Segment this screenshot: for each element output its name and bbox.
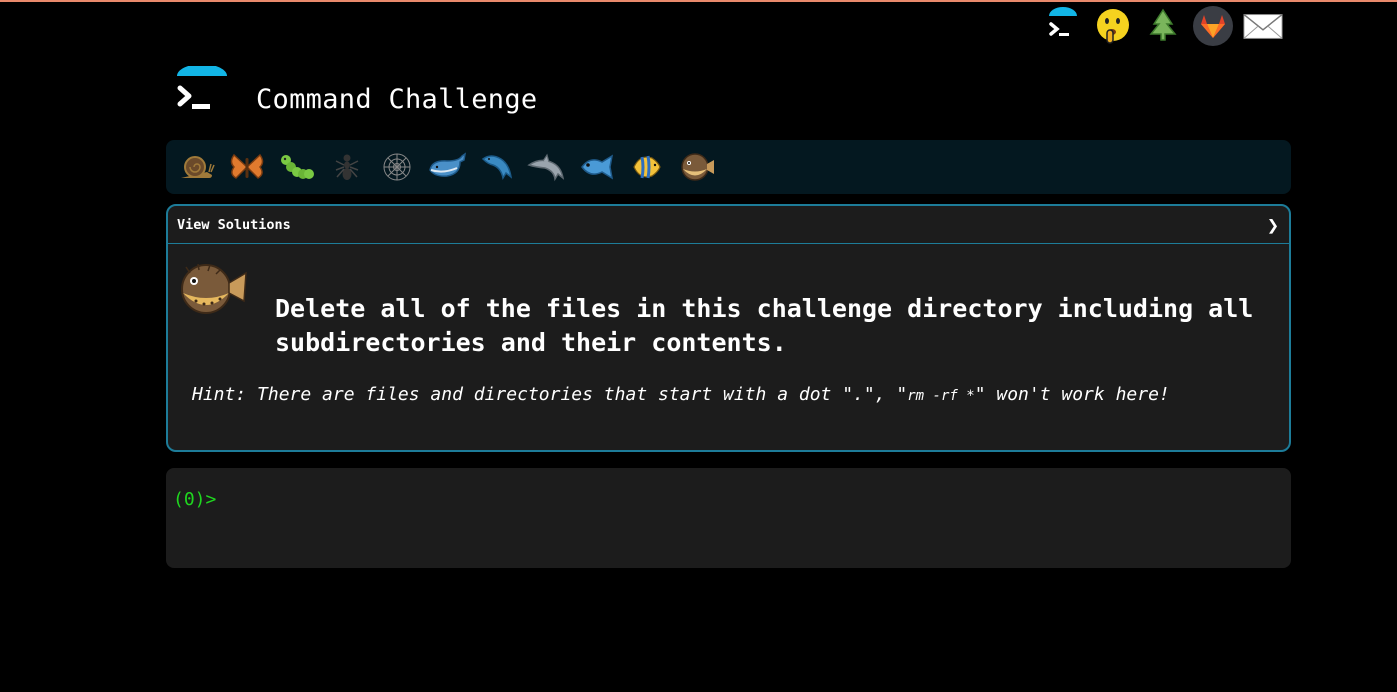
terminal-input[interactable]: (0)> bbox=[166, 468, 1291, 568]
level-bar bbox=[166, 140, 1291, 194]
hint-code: rm -rf * bbox=[907, 388, 975, 404]
terminal-prompt: (0)> bbox=[173, 489, 217, 510]
level-dolphin-grey-icon[interactable] bbox=[524, 144, 570, 190]
top-accent-line bbox=[0, 0, 1397, 2]
level-dolphin-icon[interactable] bbox=[474, 144, 520, 190]
terminal-logo-icon[interactable] bbox=[1043, 6, 1083, 46]
level-spider-web-icon[interactable] bbox=[374, 144, 420, 190]
chevron-right-icon: ❯ bbox=[1266, 212, 1279, 237]
hint-prefix: Hint: There are files and directories th… bbox=[192, 384, 908, 405]
level-snail-icon[interactable] bbox=[174, 144, 220, 190]
envelope-icon[interactable] bbox=[1243, 6, 1283, 46]
blowfish-icon bbox=[176, 261, 252, 319]
top-nav-icons bbox=[1043, 6, 1283, 46]
view-solutions-toggle[interactable]: View Solutions ❯ bbox=[168, 206, 1289, 244]
level-fish-icon[interactable] bbox=[574, 144, 620, 190]
shush-face-icon[interactable] bbox=[1093, 6, 1133, 46]
level-ant-icon[interactable] bbox=[324, 144, 370, 190]
level-blowfish-icon[interactable] bbox=[674, 144, 720, 190]
level-caterpillar-icon[interactable] bbox=[274, 144, 320, 190]
hint-text: Hint: There are files and directories th… bbox=[192, 384, 1170, 405]
level-butterfly-icon[interactable] bbox=[224, 144, 270, 190]
app-logo[interactable] bbox=[174, 64, 232, 116]
view-solutions-label: View Solutions bbox=[177, 216, 291, 233]
tree-icon[interactable] bbox=[1143, 6, 1183, 46]
gitlab-icon[interactable] bbox=[1193, 6, 1233, 46]
level-whale-icon[interactable] bbox=[424, 144, 470, 190]
hint-suffix: " won't work here! bbox=[974, 384, 1170, 405]
challenge-panel: View Solutions ❯ Delete all of the files… bbox=[166, 204, 1291, 452]
challenge-description: Delete all of the files in this challeng… bbox=[275, 294, 1254, 357]
level-tropical-fish-icon[interactable] bbox=[624, 144, 670, 190]
page-title: Command Challenge bbox=[256, 84, 538, 115]
